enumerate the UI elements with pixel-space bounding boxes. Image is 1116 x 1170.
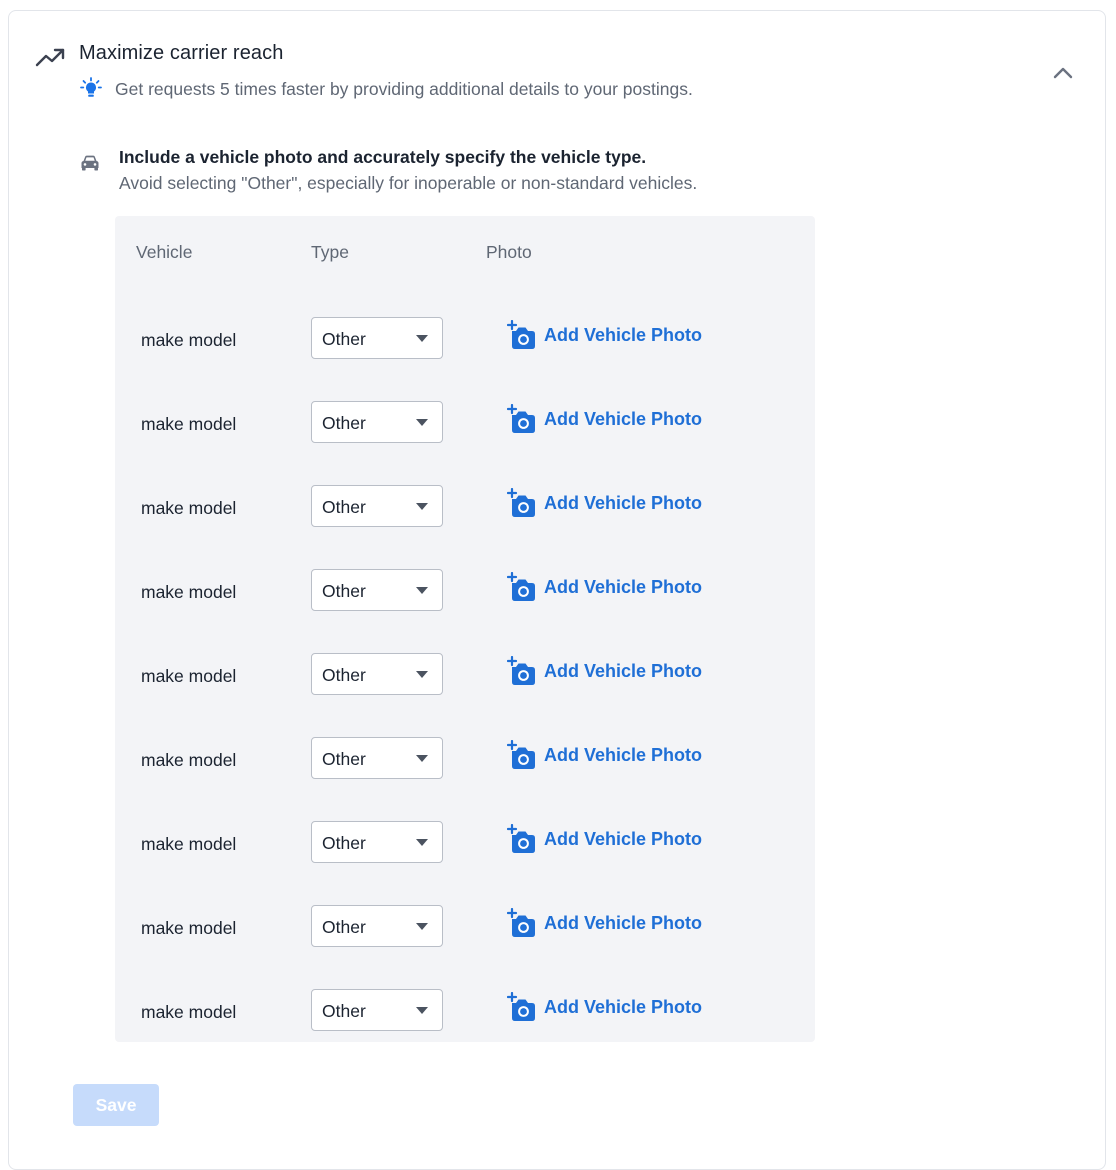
save-button[interactable]: Save — [73, 1084, 159, 1126]
caret-down-icon — [416, 335, 428, 342]
trending-up-icon — [35, 48, 65, 67]
vehicle-type-value: Other — [322, 665, 366, 685]
add-vehicle-photo-label: Add Vehicle Photo — [544, 913, 703, 933]
chevron-up-icon[interactable] — [1049, 61, 1077, 85]
caret-down-icon — [416, 923, 428, 930]
vehicle-type-value: Other — [322, 917, 366, 937]
add-camera-icon — [507, 824, 535, 853]
vehicle-type-value: Other — [322, 497, 366, 517]
vehicle-type-select[interactable]: Other — [311, 737, 443, 779]
caret-down-icon — [416, 839, 428, 846]
add-vehicle-photo-label: Add Vehicle Photo — [544, 661, 703, 681]
vehicle-name: make model — [141, 414, 237, 434]
add-camera-icon — [507, 992, 535, 1021]
vehicle-type-value: Other — [322, 833, 366, 853]
section-title: Maximize carrier reach — [79, 42, 284, 64]
table-row: make model Other Add Vehicle Photo — [115, 312, 815, 396]
add-camera-icon — [507, 908, 535, 937]
recommendation-title: Include a vehicle photo and accurately s… — [119, 147, 647, 167]
vehicle-type-select[interactable]: Other — [311, 569, 443, 611]
column-header-type: Type — [311, 242, 349, 262]
caret-down-icon — [416, 587, 428, 594]
caret-down-icon — [416, 671, 428, 678]
add-camera-icon — [507, 740, 535, 769]
vehicle-name: make model — [141, 582, 237, 602]
vehicle-type-select[interactable]: Other — [311, 821, 443, 863]
table-row: make model Other Add Vehicle Photo — [115, 564, 815, 648]
vehicle-type-value: Other — [322, 329, 366, 349]
caret-down-icon — [416, 1007, 428, 1014]
caret-down-icon — [416, 755, 428, 762]
table-row: make model Other Add Vehicle Photo — [115, 396, 815, 480]
add-vehicle-photo-label: Add Vehicle Photo — [544, 493, 703, 513]
car-icon — [81, 155, 99, 171]
add-camera-icon — [507, 320, 535, 349]
vehicle-type-select[interactable]: Other — [311, 485, 443, 527]
vehicle-name: make model — [141, 750, 237, 770]
vehicle-type-select[interactable]: Other — [311, 317, 443, 359]
add-camera-icon — [507, 488, 535, 517]
add-vehicle-photo-label: Add Vehicle Photo — [544, 997, 703, 1017]
vehicle-name: make model — [141, 330, 237, 350]
add-camera-icon — [507, 656, 535, 685]
vehicle-name: make model — [141, 498, 237, 518]
table-row: make model Other Add Vehicle Photo — [115, 900, 815, 984]
add-vehicle-photo-label: Add Vehicle Photo — [544, 745, 703, 765]
vehicle-type-value: Other — [322, 413, 366, 433]
table-row: make model Other Add Vehicle Photo — [115, 648, 815, 732]
add-vehicle-photo-label: Add Vehicle Photo — [544, 325, 703, 345]
lightbulb-icon — [80, 77, 102, 97]
add-vehicle-photo-label: Add Vehicle Photo — [544, 577, 703, 597]
vehicle-type-select[interactable]: Other — [311, 401, 443, 443]
table-row: make model Other Add Vehicle Photo — [115, 984, 815, 1068]
column-header-photo: Photo — [486, 242, 532, 262]
vehicle-type-select[interactable]: Other — [311, 653, 443, 695]
add-vehicle-photo-label: Add Vehicle Photo — [544, 829, 703, 849]
table-row: make model Other Add Vehicle Photo — [115, 816, 815, 900]
vehicle-name: make model — [141, 918, 237, 938]
table-row: make model Other Add Vehicle Photo — [115, 732, 815, 816]
recommendation-description: Avoid selecting "Other", especially for … — [119, 173, 698, 193]
vehicle-type-value: Other — [322, 749, 366, 769]
section-subtitle: Get requests 5 times faster by providing… — [115, 79, 693, 99]
vehicle-name: make model — [141, 834, 237, 854]
column-header-vehicle: Vehicle — [136, 242, 193, 262]
vehicle-name: make model — [141, 666, 237, 686]
vehicle-type-select[interactable]: Other — [311, 905, 443, 947]
table-row: make model Other Add Vehicle Photo — [115, 480, 815, 564]
caret-down-icon — [416, 419, 428, 426]
maximize-reach-card: Maximize carrier reach Get requests 5 ti… — [8, 10, 1106, 1170]
vehicle-table: Vehicle Type Photo make model Other Add Ve… — [115, 216, 815, 1042]
add-camera-icon — [507, 572, 535, 601]
vehicle-type-value: Other — [322, 1001, 366, 1021]
add-camera-icon — [507, 404, 535, 433]
vehicle-type-value: Other — [322, 581, 366, 601]
add-vehicle-photo-label: Add Vehicle Photo — [544, 409, 703, 429]
vehicle-type-select[interactable]: Other — [311, 989, 443, 1031]
caret-down-icon — [416, 503, 428, 510]
vehicle-name: make model — [141, 1002, 237, 1022]
